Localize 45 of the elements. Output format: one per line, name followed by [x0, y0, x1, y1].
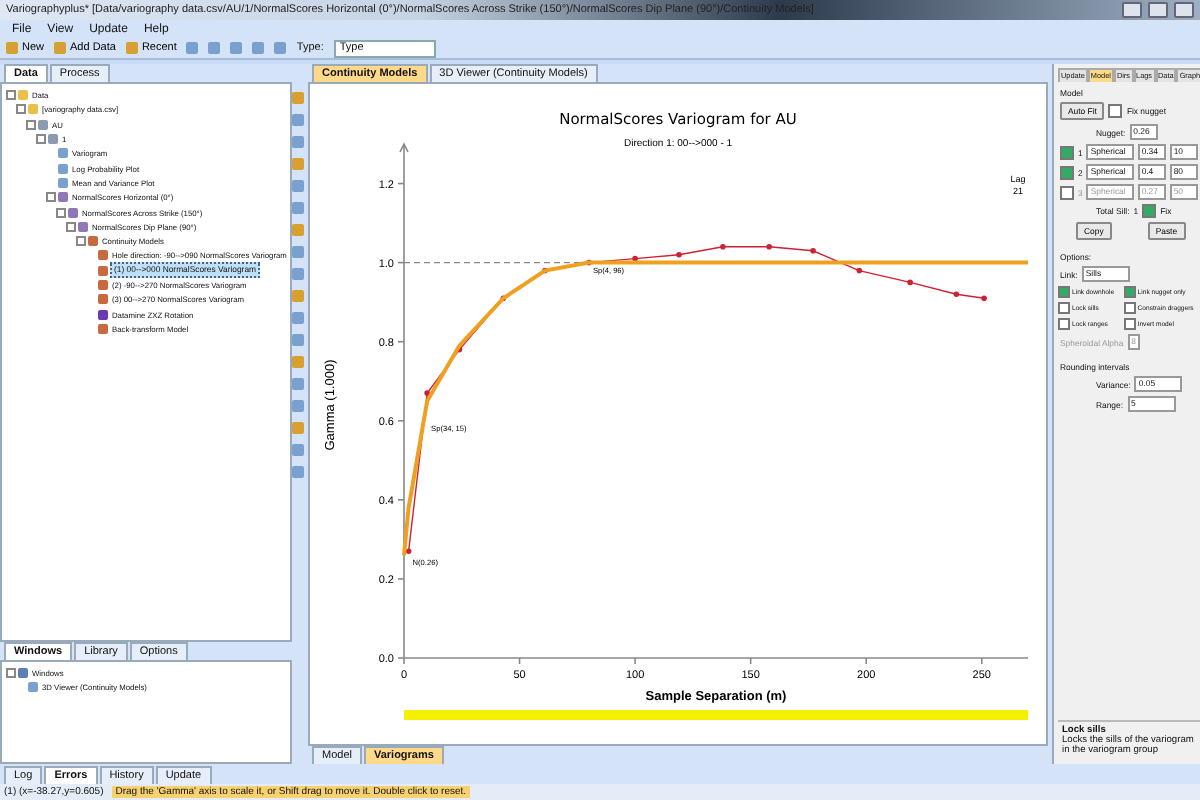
data-point	[542, 267, 548, 274]
data-point	[981, 295, 987, 301]
expand-toggle[interactable]	[6, 668, 16, 679]
data-point	[424, 390, 430, 396]
data-point	[500, 295, 507, 301]
expand-toggle[interactable]	[76, 236, 86, 247]
checkbox[interactable]	[1108, 104, 1123, 118]
rotation-icon	[98, 309, 108, 320]
data-point	[632, 255, 638, 262]
expand-toggle[interactable]	[6, 90, 16, 101]
data-point	[766, 244, 772, 250]
checkbox[interactable]	[1060, 165, 1074, 179]
checkbox[interactable]	[1123, 286, 1136, 298]
toolbar-icon	[6, 42, 18, 54]
data-point	[856, 267, 863, 274]
checkbox[interactable]	[1058, 286, 1070, 298]
model-icon	[98, 323, 108, 334]
data-point	[907, 279, 913, 286]
data-point	[456, 346, 463, 353]
maximize-button[interactable]	[1148, 2, 1168, 18]
toolbar-icon	[54, 42, 67, 54]
expand-toggle[interactable]	[66, 221, 76, 232]
close-button[interactable]	[1174, 2, 1194, 18]
data-point	[405, 548, 412, 555]
data-point	[953, 291, 960, 298]
checkbox[interactable]	[1058, 318, 1070, 330]
checkbox[interactable]	[1123, 318, 1136, 330]
data-point	[586, 259, 592, 266]
expand-toggle[interactable]	[16, 104, 26, 115]
toolbar-icon	[125, 42, 138, 54]
data-point	[676, 251, 682, 258]
expand-toggle[interactable]	[36, 134, 46, 145]
checkbox[interactable]	[1058, 302, 1070, 314]
checkbox[interactable]	[1123, 302, 1136, 314]
expand-toggle[interactable]	[46, 192, 56, 203]
data-point	[810, 247, 816, 254]
minimize-button[interactable]	[1122, 2, 1142, 18]
expand-toggle[interactable]	[26, 119, 36, 130]
checkbox[interactable]	[1060, 185, 1074, 199]
checkbox[interactable]	[1142, 204, 1157, 218]
chart-icon	[28, 682, 38, 693]
data-point	[720, 244, 726, 250]
checkbox[interactable]	[1060, 145, 1074, 159]
expand-toggle[interactable]	[56, 207, 66, 218]
window-icon	[18, 668, 28, 679]
